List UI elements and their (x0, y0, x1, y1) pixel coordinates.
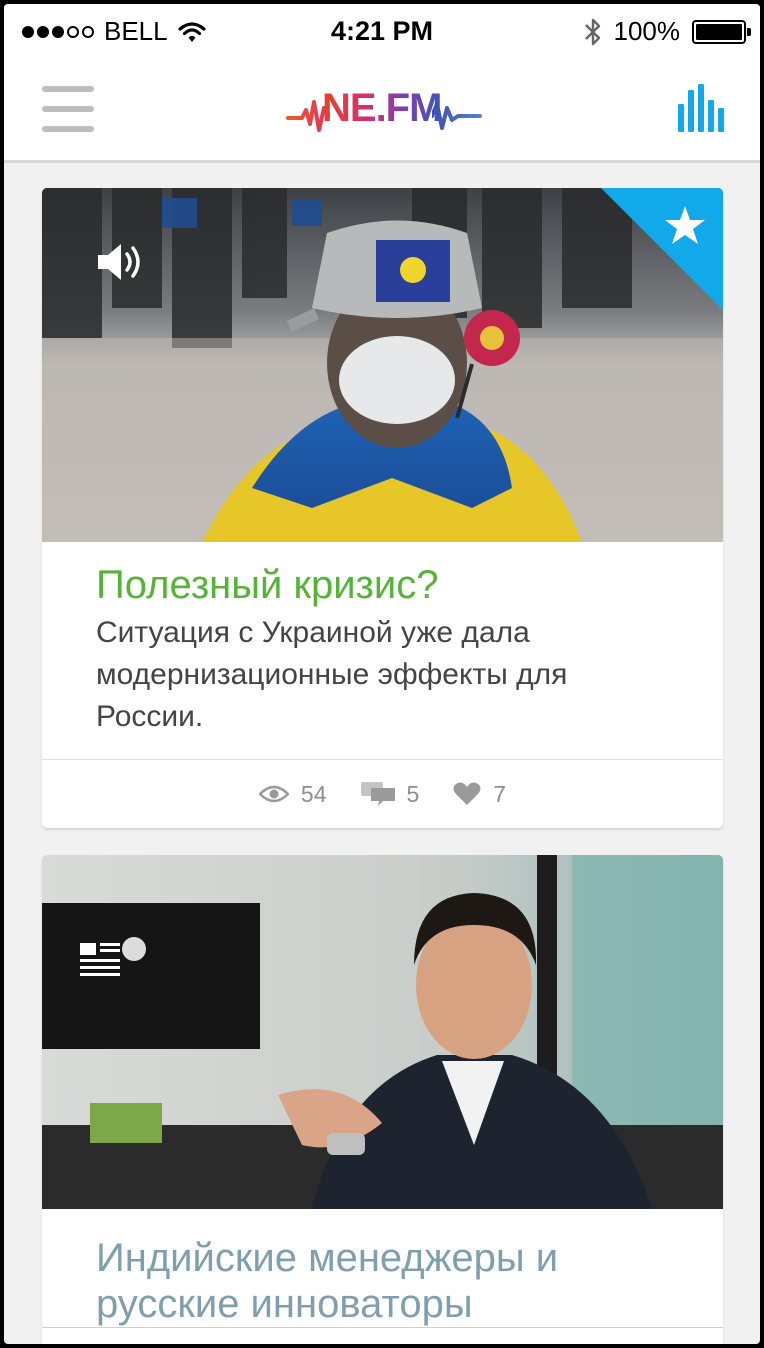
card-stats: 54 5 7 (42, 759, 723, 828)
heart-icon (453, 782, 481, 805)
card-body: Полезный кризис? Ситуация с Украиной уже… (42, 542, 723, 738)
app-header: NE.FM (4, 60, 760, 163)
equalizer-icon[interactable] (678, 84, 724, 132)
views-value: 54 (300, 780, 327, 807)
hamburger-icon (42, 86, 94, 92)
comments-icon (360, 782, 395, 806)
comments-count[interactable]: 5 (360, 780, 420, 808)
card-title[interactable]: Полезный кризис? (96, 562, 669, 608)
news-photo[interactable] (42, 855, 723, 1209)
likes-value: 7 (493, 780, 507, 807)
status-bar: BELL 4:21 PM 100% (4, 4, 760, 60)
views-count: 54 (258, 780, 327, 808)
app-logo[interactable]: NE.FM (286, 80, 482, 140)
app-screen: BELL 4:21 PM 100% NE.FM Полезный кризис?… (4, 4, 760, 1344)
eye-icon (258, 785, 289, 803)
battery-percentage: 100% (613, 16, 681, 46)
card-title[interactable]: Индийские менеджеры и русские инноваторы (96, 1235, 669, 1327)
status-right: 100% (584, 16, 751, 47)
article-icon (80, 943, 120, 976)
battery-icon (692, 19, 751, 44)
audio-icon (98, 244, 140, 280)
businessman-photo (42, 855, 723, 1209)
menu-button[interactable] (42, 86, 94, 132)
likes-count[interactable]: 7 (453, 781, 506, 808)
card-description: Ситуация с Украиной уже дала модернизаци… (96, 616, 568, 733)
comments-value: 5 (406, 780, 420, 807)
card-body: Индийские менеджеры и русские инноваторы (42, 1209, 723, 1327)
news-card[interactable]: Полезный кризис? Ситуация с Украиной уже… (42, 188, 723, 828)
card-divider (42, 1327, 723, 1328)
favorite-star-badge[interactable] (601, 188, 723, 310)
logo-text: NE.FM (322, 86, 442, 130)
news-photo[interactable] (42, 188, 723, 542)
waveform-right-icon (432, 102, 482, 130)
bluetooth-icon (584, 18, 600, 45)
news-card[interactable]: Индийские менеджеры и русские инноваторы (42, 855, 723, 1344)
